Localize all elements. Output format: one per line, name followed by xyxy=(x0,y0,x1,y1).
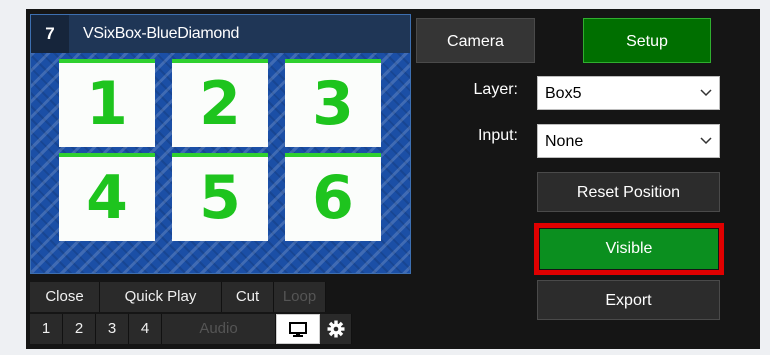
control-row-1: Close Quick Play Cut Loop xyxy=(30,282,410,312)
overlay-2-button[interactable]: 2 xyxy=(63,314,96,344)
loop-button[interactable]: Loop xyxy=(274,282,326,312)
settings-button[interactable] xyxy=(320,314,352,344)
layer-select[interactable]: Box5 xyxy=(537,76,720,110)
tile-2: 2 xyxy=(172,59,268,147)
chevron-down-icon xyxy=(700,89,712,97)
cut-button[interactable]: Cut xyxy=(222,282,274,312)
input-title-bar: 7 VSixBox-BlueDiamond xyxy=(31,15,410,53)
tile-6: 6 xyxy=(285,153,381,241)
gear-icon xyxy=(327,320,344,338)
visible-button[interactable]: Visible xyxy=(540,229,718,269)
input-name: VSixBox-BlueDiamond xyxy=(83,25,240,42)
input-preview[interactable]: 1 2 3 4 5 6 xyxy=(31,53,410,273)
tile-1: 1 xyxy=(59,59,155,147)
input-select[interactable]: None xyxy=(537,124,720,158)
monitor-icon xyxy=(289,322,307,337)
audio-button[interactable]: Audio xyxy=(162,314,276,344)
overlay-4-button[interactable]: 4 xyxy=(129,314,162,344)
tile-3: 3 xyxy=(285,59,381,147)
quick-play-button[interactable]: Quick Play xyxy=(100,282,222,312)
camera-button[interactable]: Camera xyxy=(416,18,535,63)
tile-4: 4 xyxy=(59,153,155,241)
input-preview-box[interactable]: 7 VSixBox-BlueDiamond 1 2 3 4 5 6 xyxy=(30,14,411,274)
export-button[interactable]: Export xyxy=(537,280,720,320)
overlay-3-button[interactable]: 3 xyxy=(96,314,129,344)
input-number: 7 xyxy=(31,15,69,53)
layer-label: Layer: xyxy=(473,81,518,98)
setup-button[interactable]: Setup xyxy=(583,18,711,63)
reset-position-button[interactable]: Reset Position xyxy=(537,172,720,212)
input-select-value: None xyxy=(545,133,584,150)
input-label: Input: xyxy=(477,127,518,144)
close-button[interactable]: Close xyxy=(30,282,100,312)
control-row-2: 1 2 3 4 Audio xyxy=(30,314,410,344)
chevron-down-icon xyxy=(700,137,712,145)
layer-select-value: Box5 xyxy=(545,85,582,102)
monitor-button[interactable] xyxy=(276,314,320,344)
tile-5: 5 xyxy=(172,153,268,241)
overlay-1-button[interactable]: 1 xyxy=(30,314,63,344)
